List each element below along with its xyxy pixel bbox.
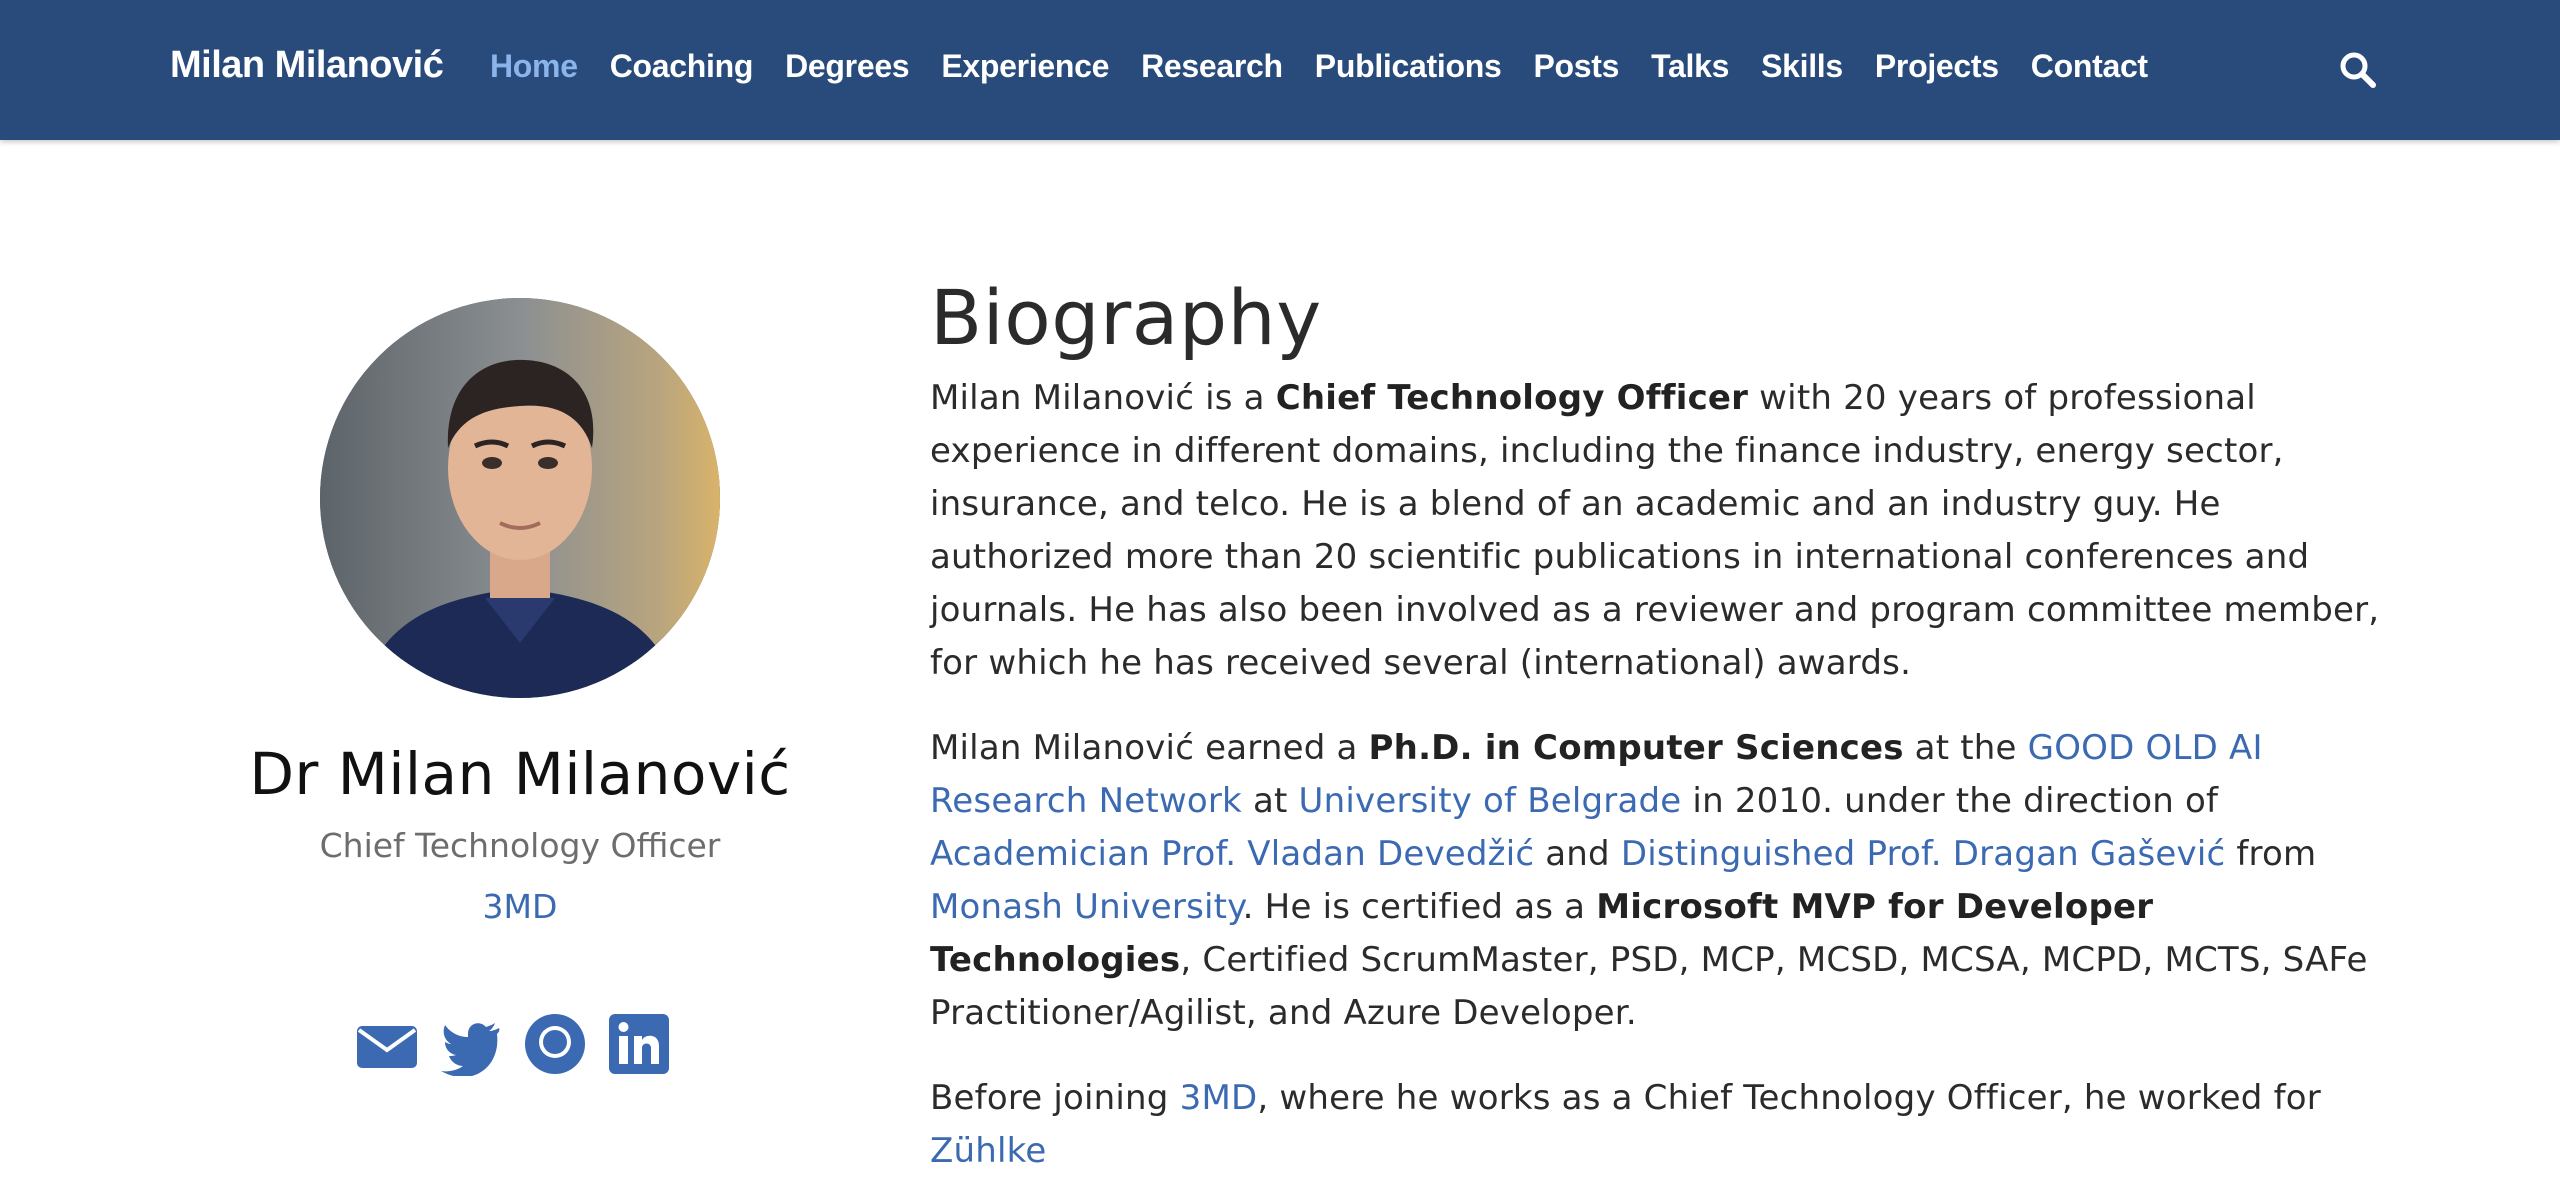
portrait-image [320,298,720,698]
link-dragan-gasevic[interactable]: Distinguished Prof. Dragan Gašević [1621,834,2226,874]
search-icon[interactable] [2338,50,2378,90]
nav-coaching[interactable]: Coaching [610,48,754,85]
biography-section: Biography Milan Milanović is a Chief Tec… [930,274,2390,1178]
bio-text: in 2010. under the direction of [1681,781,2219,821]
nav-projects[interactable]: Projects [1875,48,1999,85]
profile-role: Chief Technology Officer [319,826,721,865]
nav-talks[interactable]: Talks [1651,48,1729,85]
organization-link[interactable]: 3MD [483,887,558,926]
bio-paragraph-3: Before joining 3MD, where he works as a … [930,1072,2390,1178]
nav-degrees[interactable]: Degrees [785,48,910,85]
bio-text: with 20 years of professional experience… [930,378,2380,683]
brand-link[interactable]: Milan Milanović [170,44,444,87]
envelope-icon[interactable] [355,1012,419,1076]
link-3md[interactable]: 3MD [1180,1078,1258,1118]
bio-paragraph-1: Milan Milanović is a Chief Technology Of… [930,372,2390,690]
link-university-of-belgrade[interactable]: University of Belgrade [1299,781,1682,821]
bio-text: and [1534,834,1621,874]
bio-text: . He is certified as a [1242,887,1597,927]
nav-home[interactable]: Home [490,48,578,85]
avatar [320,298,720,698]
bio-text: at the [1903,728,2028,768]
bio-paragraph-2: Milan Milanović earned a Ph.D. in Comput… [930,722,2390,1040]
nav-publications[interactable]: Publications [1315,48,1502,85]
bio-text: from [2225,834,2317,874]
main-nav: Home Coaching Degrees Experience Researc… [490,48,2180,85]
linkedin-icon[interactable] [607,1012,671,1076]
nav-posts[interactable]: Posts [1533,48,1619,85]
github-icon[interactable] [523,1012,587,1076]
link-zuhlke[interactable]: Zühlke [930,1131,1046,1171]
bio-text: Before joining [930,1078,1180,1118]
twitter-icon[interactable] [439,1012,503,1078]
nav-contact[interactable]: Contact [2031,48,2148,85]
nav-experience[interactable]: Experience [941,48,1109,85]
biography-title: Biography [930,273,1322,362]
profile-name: Dr Milan Milanović [249,740,791,808]
link-monash-university[interactable]: Monash University [930,887,1243,927]
bio-text: at [1241,781,1299,821]
bio-bold-text: Chief Technology Officer [1275,378,1749,418]
nav-research[interactable]: Research [1141,48,1283,85]
link-vladan-devedzic[interactable]: Academician Prof. Vladan Devedžić [930,834,1534,874]
bio-text: Milan Milanović is a [930,378,1276,418]
top-navbar: Milan Milanović Home Coaching Degrees Ex… [0,0,2560,140]
profile-card: Dr Milan Milanović Chief Technology Offi… [160,298,880,926]
social-links [355,1012,671,1078]
nav-skills[interactable]: Skills [1761,48,1843,85]
bio-text: , where he works as a Chief Technology O… [1257,1078,2321,1118]
bio-text: Milan Milanović earned a [930,728,1369,768]
bio-bold-text: Ph.D. in Computer Sciences [1368,728,1904,768]
